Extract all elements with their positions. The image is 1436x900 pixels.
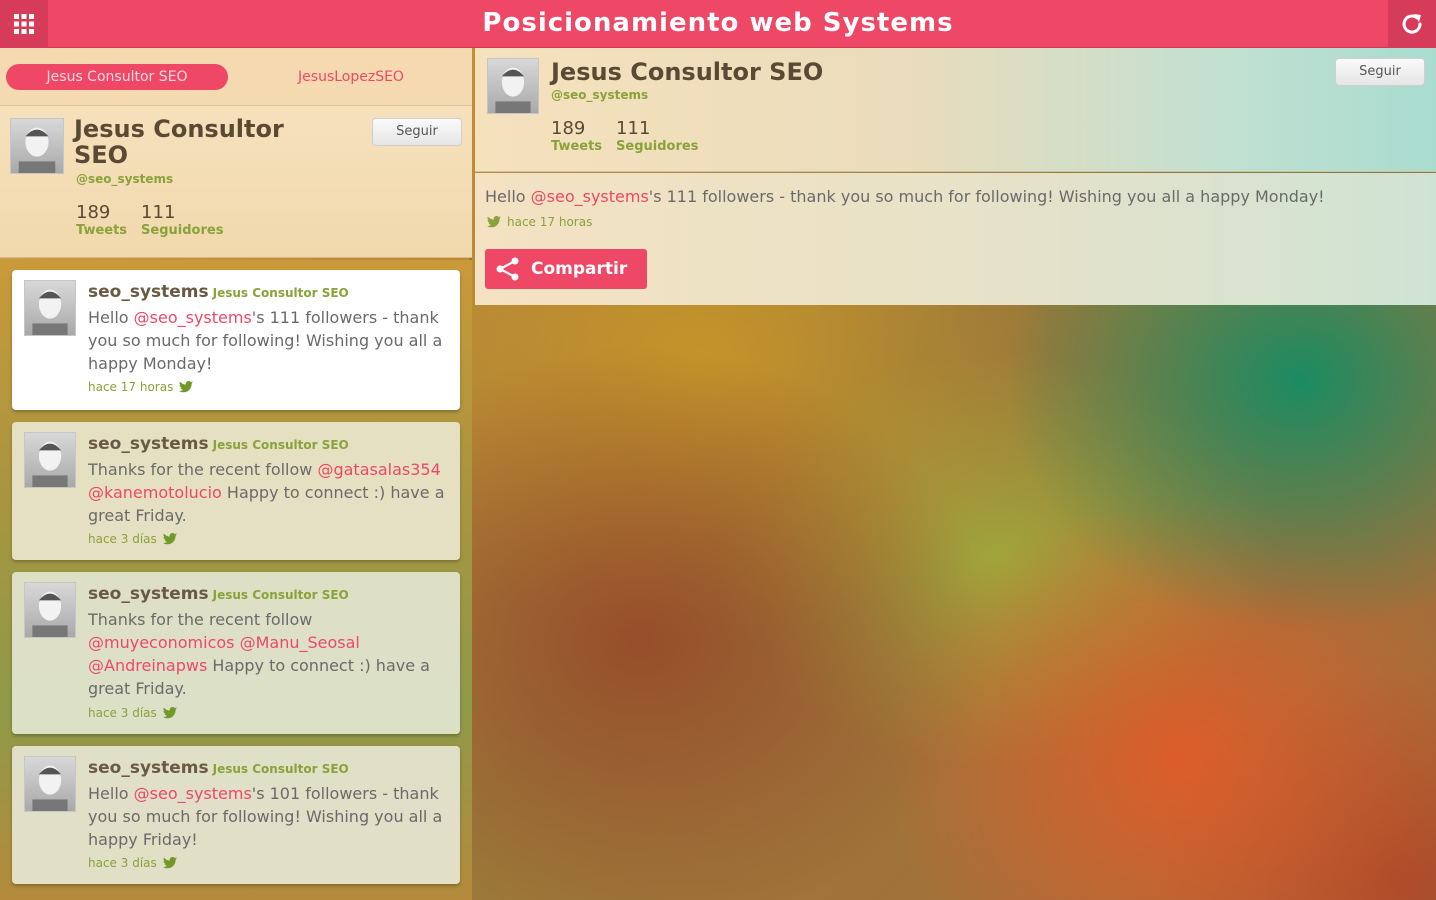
tweet-time-label: hace 3 días	[88, 856, 157, 870]
detail-follow-button[interactable]: Seguir	[1335, 58, 1425, 86]
menu-button[interactable]	[0, 0, 48, 48]
detail-tweet-text: Hello @seo_systems's 111 followers - tha…	[485, 187, 1425, 206]
profile-handle: @seo_systems	[76, 172, 174, 186]
tweet-fullname: Jesus Consultor SEO	[212, 762, 349, 776]
mention-link[interactable]: @seo_systems	[134, 308, 252, 327]
tweet-text-segment: Hello	[88, 784, 134, 803]
followers-count: 111	[141, 202, 176, 223]
grid-icon	[14, 14, 34, 34]
tweet-username[interactable]: seo_systems	[88, 282, 209, 302]
account-tabs: Jesus Consultor SEO JesusLopezSEO	[0, 48, 472, 106]
followers-stat[interactable]: 111 Seguidores	[141, 202, 223, 238]
tab-jesuslopezseo[interactable]: JesusLopezSEO	[240, 64, 462, 90]
tweet-username[interactable]: seo_systems	[88, 758, 209, 778]
tweet-fullname: Jesus Consultor SEO	[212, 588, 349, 602]
twitter-bird-icon	[162, 533, 177, 545]
mention-link[interactable]: @Andreinapws	[88, 656, 207, 675]
profile-card: Jesus Consultor SEO @seo_systems 189 Twe…	[0, 106, 472, 258]
detail-time-label: hace 17 horas	[507, 215, 593, 229]
refresh-button[interactable]	[1388, 0, 1436, 48]
tweet-time: hace 3 días	[88, 532, 177, 546]
tweet-text-segment: Hello	[485, 187, 531, 206]
mention-link[interactable]: @kanemotolucio	[88, 483, 222, 502]
tweet-header: seo_systems Jesus Consultor SEO	[88, 282, 349, 302]
detail-profile-name: Jesus Consultor SEO	[551, 58, 824, 86]
tweet-card[interactable]: seo_systems Jesus Consultor SEO Thanks for…	[12, 422, 460, 560]
twitter-bird-icon	[487, 216, 501, 228]
follow-button[interactable]: Seguir	[372, 118, 462, 146]
detail-column: Jesus Consultor SEO @seo_systems 189 Twe…	[475, 48, 1436, 900]
timeline-column: Jesus Consultor SEO JesusLopezSEO Jesus …	[0, 48, 472, 900]
refresh-icon	[1402, 14, 1422, 34]
detail-tweets-stat[interactable]: 189 Tweets	[551, 118, 602, 154]
detail-followers-stat[interactable]: 111 Seguidores	[616, 118, 698, 154]
tweet-time: hace 17 horas	[88, 380, 194, 394]
app-title: Posicionamiento web Systems	[482, 8, 954, 38]
tweet-time-label: hace 17 horas	[88, 380, 174, 394]
tweets-stat[interactable]: 189 Tweets	[76, 202, 127, 238]
detail-profile-header: Jesus Consultor SEO @seo_systems 189 Twe…	[475, 48, 1436, 172]
tweet-time: hace 3 días	[88, 706, 177, 720]
tweet-text: Thanks for the recent follow @gatasalas3…	[88, 458, 450, 527]
mention-link[interactable]: @seo_systems	[134, 784, 252, 803]
tweet-text: Hello @seo_systems's 101 followers - tha…	[88, 782, 450, 851]
tweet-time: hace 3 días	[88, 856, 177, 870]
tweet-header: seo_systems Jesus Consultor SEO	[88, 758, 349, 778]
share-button[interactable]: Compartir	[485, 249, 647, 289]
avatar	[24, 432, 76, 488]
tweets-label: Tweets	[76, 223, 128, 238]
profile-stats: 189 Tweets 111 Seguidores	[76, 202, 223, 238]
mention-link[interactable]: @muyeconomicos	[88, 633, 235, 652]
profile-name: Jesus Consultor SEO	[74, 115, 284, 169]
tweet-fullname: Jesus Consultor SEO	[212, 438, 349, 452]
tweet-username[interactable]: seo_systems	[88, 434, 209, 454]
detail-profile-handle: @seo_systems	[551, 88, 649, 102]
tweet-text-segment: Thanks for the recent follow	[88, 610, 313, 629]
tweet-header: seo_systems Jesus Consultor SEO	[88, 584, 349, 604]
avatar	[487, 58, 539, 114]
tab-jesus-consultor-seo[interactable]: Jesus Consultor SEO	[6, 64, 228, 90]
tweet-card[interactable]: seo_systems Jesus Consultor SEO Hello @seo…	[12, 746, 460, 884]
app-header: Posicionamiento web Systems	[0, 0, 1436, 48]
avatar	[24, 756, 76, 812]
tweet-text: Hello @seo_systems's 111 followers - tha…	[88, 306, 450, 375]
tweets-label: Tweets	[551, 139, 603, 154]
tweet-fullname: Jesus Consultor SEO	[212, 286, 349, 300]
mention-link[interactable]: @Manu_Seosal	[240, 633, 360, 652]
avatar	[10, 118, 64, 174]
avatar	[24, 280, 76, 336]
tweet-username[interactable]: seo_systems	[88, 584, 209, 604]
tweet-text-segment: Thanks for the recent follow	[88, 460, 318, 479]
tweet-text-segment: Hello	[88, 308, 134, 327]
followers-label: Seguidores	[141, 223, 224, 238]
tweet-detail: Hello @seo_systems's 111 followers - tha…	[475, 173, 1436, 305]
followers-count: 111	[616, 118, 651, 139]
mention-link[interactable]: @gatasalas354	[317, 460, 440, 479]
detail-profile-stats: 189 Tweets 111 Seguidores	[551, 118, 698, 154]
tweet-header: seo_systems Jesus Consultor SEO	[88, 434, 349, 454]
share-label: Compartir	[531, 259, 628, 279]
tweet-list: seo_systems Jesus Consultor SEO Hello @seo…	[0, 260, 472, 900]
tweet-text: Thanks for the recent follow @muyeconomi…	[88, 608, 450, 700]
tweet-card[interactable]: seo_systems Jesus Consultor SEO Hello @seo…	[12, 270, 460, 410]
share-icon	[496, 257, 519, 281]
tweets-count: 189	[76, 202, 111, 223]
avatar	[24, 582, 76, 638]
twitter-bird-icon	[162, 707, 177, 719]
followers-label: Seguidores	[616, 139, 699, 154]
tweets-count: 189	[551, 118, 586, 139]
tweet-text-segment: 's 111 followers - thank you so much for…	[648, 187, 1325, 206]
detail-tweet-time: hace 17 horas	[487, 215, 592, 229]
twitter-bird-icon	[179, 381, 194, 393]
tweet-time-label: hace 3 días	[88, 532, 157, 546]
twitter-bird-icon	[162, 857, 177, 869]
tweet-time-label: hace 3 días	[88, 706, 157, 720]
mention-link[interactable]: @seo_systems	[531, 187, 649, 206]
tweet-card[interactable]: seo_systems Jesus Consultor SEO Thanks for…	[12, 572, 460, 734]
